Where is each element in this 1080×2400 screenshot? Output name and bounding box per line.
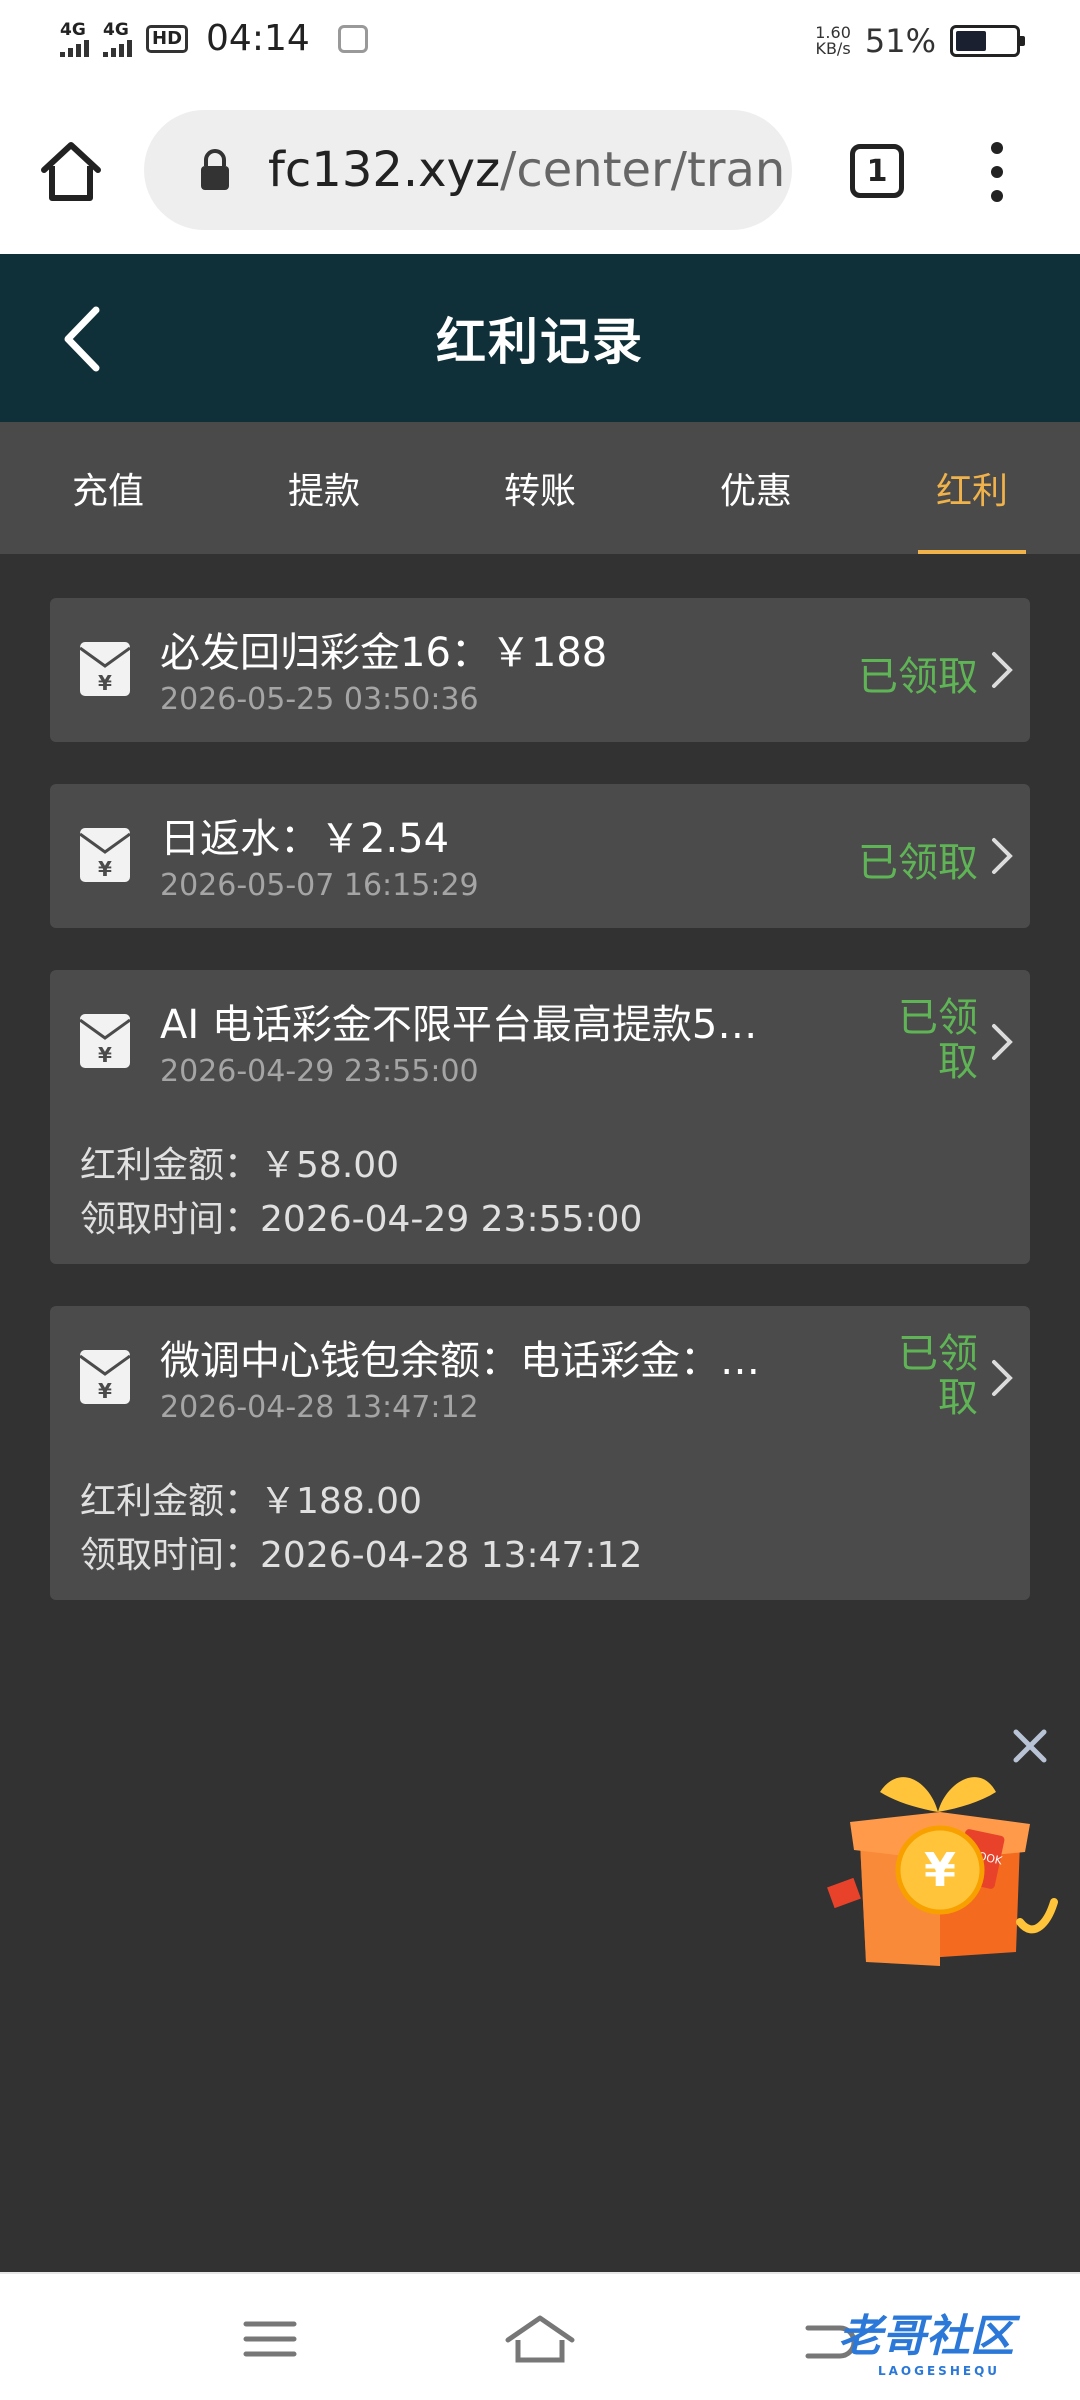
url-host: fc132.xyz <box>268 142 501 198</box>
notification-app-icon <box>337 24 368 53</box>
bonus-amount-row: 红利金额：￥58.00 <box>80 1136 399 1188</box>
record-title: 微调中心钱包余额：电话彩金：… <box>160 1338 760 1384</box>
record-status: 已领取 <box>898 1331 978 1421</box>
claim-time-row: 领取时间：2026-04-28 13:47:12 <box>80 1526 642 1578</box>
nav-home-icon[interactable] <box>504 2314 576 2364</box>
tab-label: 红利 <box>935 471 1008 512</box>
record-card[interactable]: ¥ 必发回归彩金16：￥188 2026-05-25 03:50:36 已领取 <box>50 598 1030 742</box>
bonus-amount-value: ￥188.00 <box>260 1481 422 1522</box>
claim-time-row: 领取时间：2026-04-29 23:55:00 <box>80 1190 642 1242</box>
signal-bars-1-icon <box>60 39 89 57</box>
status-left-group: 4G 4G HD 04:14 <box>60 18 368 59</box>
claim-time-label: 领取时间： <box>80 1535 261 1576</box>
browser-menu-icon[interactable] <box>982 142 1012 202</box>
claim-time-value: 2026-04-28 13:47:12 <box>260 1535 643 1576</box>
network-speed-unit: KB/s <box>815 39 851 58</box>
recent-apps-icon[interactable] <box>240 2314 300 2364</box>
battery-percent: 51% <box>864 22 936 60</box>
browser-home-icon[interactable] <box>36 136 106 206</box>
signal-2: 4G <box>103 21 132 57</box>
svg-text:¥: ¥ <box>98 671 112 695</box>
bonus-record-list: ¥ 必发回归彩金16：￥188 2026-05-25 03:50:36 已领取 … <box>50 598 1030 1642</box>
url-text: fc132.xyz/center/tran <box>268 142 785 198</box>
network-speed: 1.60 KB/s <box>815 25 851 57</box>
record-status: 已领取 <box>858 840 978 886</box>
watermark-sub: LAOGESHEQU <box>878 2364 1001 2378</box>
red-envelope-icon: ¥ <box>79 1014 131 1068</box>
red-envelope-icon: ¥ <box>79 642 131 696</box>
page-title: 红利记录 <box>436 313 644 371</box>
watermark-text: 老哥社区 <box>838 2311 1014 2362</box>
record-title: AI 电话彩金不限平台最高提款50… <box>160 1002 760 1048</box>
tab-switcher-button[interactable]: 1 <box>850 144 904 198</box>
app-header: 红利记录 <box>0 254 1080 422</box>
bonus-amount-value: ￥58.00 <box>260 1145 400 1186</box>
tab-label: 转账 <box>503 471 576 512</box>
tab-bonus[interactable]: 红利 <box>864 422 1080 554</box>
record-time: 2026-05-25 03:50:36 <box>160 682 479 717</box>
record-card[interactable]: ¥ 微调中心钱包余额：电话彩金：… 2026-04-28 13:47:12 已领… <box>50 1306 1030 1600</box>
tab-label: 提款 <box>287 471 360 512</box>
network-type-1: 4G <box>60 19 86 40</box>
status-time: 04:14 <box>206 18 310 59</box>
tab-withdraw[interactable]: 提款 <box>216 422 432 554</box>
chevron-right-icon <box>992 652 1013 688</box>
record-card[interactable]: ¥ 日返水：￥2.54 2026-05-07 16:15:29 已领取 <box>50 784 1030 928</box>
url-path: /center/tran <box>500 142 786 198</box>
back-arrow-icon[interactable] <box>56 304 116 374</box>
lock-icon <box>201 149 229 190</box>
claim-time-value: 2026-04-29 23:55:00 <box>260 1199 643 1240</box>
status-right-group: 1.60 KB/s 51% <box>815 22 1025 60</box>
red-envelope-icon: ¥ <box>79 828 131 882</box>
watermark-logo: 老哥社区 LAOGESHEQU <box>838 2300 1014 2378</box>
record-status: 已领取 <box>898 995 978 1085</box>
record-title: 日返水：￥2.54 <box>160 816 450 862</box>
svg-text:¥: ¥ <box>98 1043 112 1067</box>
record-status: 已领取 <box>858 654 978 700</box>
tab-deposit[interactable]: 充值 <box>0 422 216 554</box>
promo-coin-symbol: ¥ <box>924 1843 956 1897</box>
browser-toolbar: fc132.xyz/center/tran 1 <box>0 86 1080 254</box>
gift-box-promo-icon[interactable]: BOOK ¥ <box>820 1752 1060 1972</box>
record-type-tabs: 充值 提款 转账 优惠 红利 <box>0 422 1080 554</box>
red-envelope-icon: ¥ <box>79 1350 131 1404</box>
battery-icon <box>950 25 1025 57</box>
chevron-right-icon <box>992 1360 1013 1396</box>
record-time: 2026-05-07 16:15:29 <box>160 868 479 903</box>
signal-bars-2-icon <box>103 39 132 57</box>
tab-label: 充值 <box>71 471 144 512</box>
bonus-amount-label: 红利金额： <box>80 1145 261 1186</box>
chevron-right-icon <box>992 838 1013 874</box>
claim-time-label: 领取时间： <box>80 1199 261 1240</box>
svg-text:¥: ¥ <box>98 857 112 881</box>
address-bar[interactable]: fc132.xyz/center/tran <box>144 110 792 230</box>
record-time: 2026-04-28 13:47:12 <box>160 1390 479 1425</box>
chevron-right-icon <box>992 1024 1013 1060</box>
record-time: 2026-04-29 23:55:00 <box>160 1054 479 1089</box>
bonus-amount-row: 红利金额：￥188.00 <box>80 1472 422 1524</box>
signal-1: 4G <box>60 21 89 57</box>
tab-promotion[interactable]: 优惠 <box>648 422 864 554</box>
bonus-amount-label: 红利金额： <box>80 1481 261 1522</box>
svg-text:¥: ¥ <box>98 1379 112 1403</box>
status-bar: 4G 4G HD 04:14 1.60 KB/s 51% <box>0 0 1080 86</box>
record-title: 必发回归彩金16：￥188 <box>160 630 608 676</box>
network-type-2: 4G <box>103 19 129 40</box>
tab-transfer[interactable]: 转账 <box>432 422 648 554</box>
tab-label: 优惠 <box>719 471 792 512</box>
tab-count: 1 <box>866 153 888 189</box>
hd-voice-badge: HD <box>146 24 189 53</box>
record-card[interactable]: ¥ AI 电话彩金不限平台最高提款50… 2026-04-29 23:55:00… <box>50 970 1030 1264</box>
